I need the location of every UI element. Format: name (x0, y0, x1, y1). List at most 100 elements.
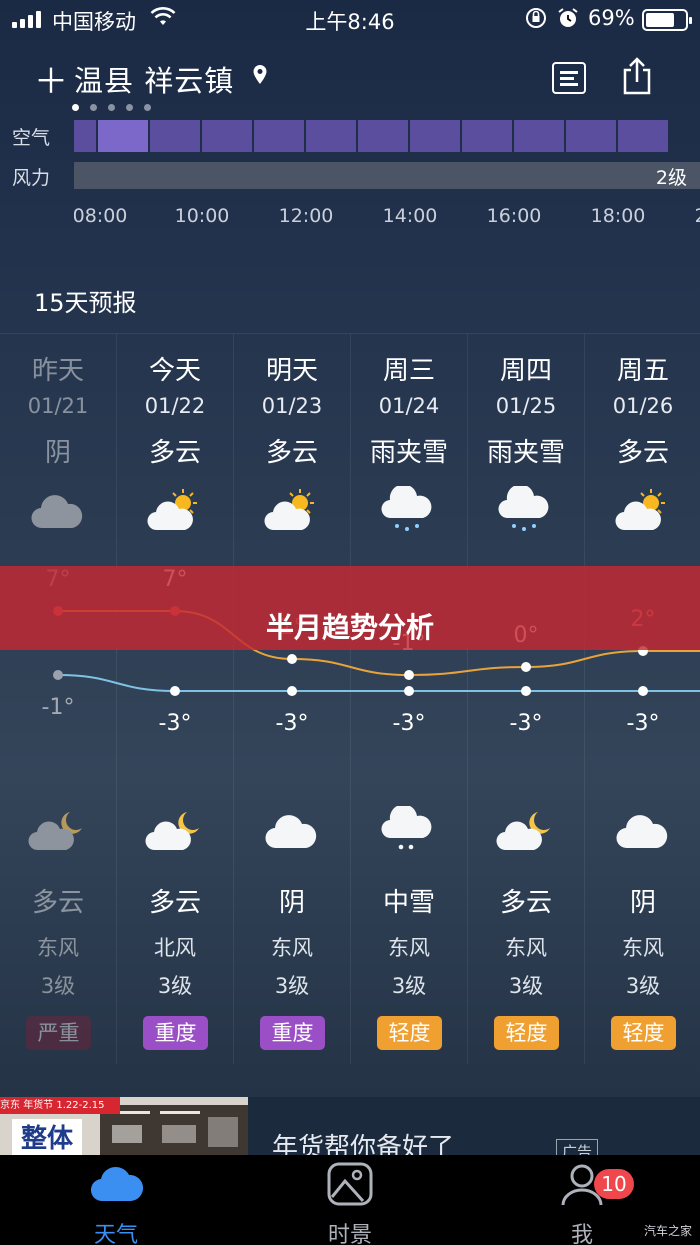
weather-cloud-icon (90, 1166, 143, 1202)
hour-label: 10:00 (174, 205, 230, 227)
night-condition: 多云 (31, 888, 84, 918)
wind-level-value: 2级 (655, 167, 687, 189)
alarm-icon (556, 6, 580, 35)
low-temp-point (287, 686, 297, 696)
partly-cloudy-night-icon (496, 806, 556, 856)
aqi-badge: 轻度 (494, 1016, 559, 1050)
wind-level: 3级 (40, 974, 76, 998)
battery-percent: 69% (588, 6, 635, 30)
wind-level: 3级 (157, 974, 193, 998)
notification-badge: 10 (594, 1169, 634, 1199)
tab-label: 时景 (327, 1223, 372, 1245)
hour-label: 12:00 (278, 205, 334, 227)
tab-me[interactable]: 我 10 (522, 1161, 642, 1245)
ad-promo-strip: 京东 年货节 1.22-2.15 (0, 1097, 120, 1114)
low-temp-point (638, 686, 648, 696)
forecast-title: 15天预报 (34, 289, 137, 317)
low-temp-label: -3° (158, 711, 192, 736)
low-temp-point (521, 686, 531, 696)
battery-icon (642, 9, 692, 31)
page-dot (108, 104, 115, 111)
ad-thumb-text: 整体 (12, 1119, 82, 1155)
aqi-row-label: 空气 (12, 127, 51, 149)
wind-direction: 东风 (271, 936, 313, 960)
page-indicator (72, 104, 151, 111)
low-temp-label: -3° (509, 711, 543, 736)
tab-bar: 天气 时景 我 10 汽车之家 (0, 1155, 700, 1245)
wind-direction: 东风 (37, 936, 79, 960)
night-condition: 多云 (148, 888, 201, 918)
photo-icon (327, 1162, 373, 1206)
night-condition: 中雪 (382, 888, 435, 918)
ad-card[interactable]: 京东 年货节 1.22-2.15 整体 年货帮你备好了 广告 (0, 1097, 700, 1155)
share-button[interactable] (620, 56, 654, 96)
banner-text: 半月趋势分析 (265, 611, 434, 644)
high-temp-point (404, 670, 414, 680)
aqi-badge: 严重 (26, 1016, 91, 1050)
low-temp-point (404, 686, 414, 696)
low-temp-point (170, 686, 180, 696)
tab-label: 天气 (93, 1223, 138, 1245)
low-temp-label: -3° (626, 711, 660, 736)
hourly-aqi-bar[interactable] (74, 120, 700, 152)
city-list-button[interactable] (552, 62, 586, 94)
ad-headline: 年货帮你备好了 (272, 1133, 455, 1155)
ad-brand: 京东 (0, 1100, 20, 1111)
watermark: 汽车之家 (643, 1224, 692, 1238)
low-temp-label: -1° (41, 695, 75, 720)
page-dot (90, 104, 97, 111)
wind-direction: 北风 (154, 936, 196, 960)
cloudy-icon (613, 806, 673, 856)
wind-direction: 东风 (388, 936, 430, 960)
location-pin-icon (252, 64, 268, 91)
high-temp-point (521, 662, 531, 672)
hour-label: 16:00 (486, 205, 542, 227)
ad-promo: 年货节 1.22-2.15 (23, 1100, 105, 1111)
location-title[interactable]: 温县 祥云镇 (74, 58, 234, 100)
page-dot (144, 104, 151, 111)
cloudy-icon (262, 806, 322, 856)
forecast-grid[interactable]: 昨天 01/21 阴 多云 东风 3级 严重 今天 01/22 多云 多云 北风… (0, 333, 700, 1064)
header: ＋ 温县 祥云镇 (0, 50, 700, 110)
aqi-badge: 重度 (260, 1016, 325, 1050)
aqi-badge: 重度 (143, 1016, 208, 1050)
status-bar: 中国移动 上午8:46 69% (0, 0, 700, 40)
aqi-badge: 轻度 (377, 1016, 442, 1050)
page-dot (72, 104, 79, 111)
add-city-button[interactable]: ＋ (34, 54, 68, 103)
hour-label: 08:00 (74, 205, 128, 227)
hour-label: 20:00 (682, 205, 700, 227)
night-condition: 阴 (629, 888, 656, 918)
trend-analysis-banner[interactable]: 半月趋势分析 (0, 566, 700, 650)
wind-level: 3级 (391, 974, 427, 998)
wind-level: 3级 (508, 974, 544, 998)
hourly-wind-bar[interactable]: 2级 (74, 162, 700, 189)
wind-direction: 东风 (622, 936, 664, 960)
low-temp-line (57, 674, 700, 692)
partly-cloudy-night-icon (145, 806, 205, 856)
tab-weather[interactable]: 天气 (56, 1161, 176, 1245)
wind-level: 3级 (274, 974, 310, 998)
ad-image: 京东 年货节 1.22-2.15 整体 (0, 1097, 248, 1155)
temperature-chart (53, 606, 700, 696)
shelf-illustration (100, 1105, 248, 1155)
wind-row-label: 风力 (12, 167, 51, 189)
low-temp-label: -3° (275, 711, 309, 736)
low-temp-point (53, 670, 63, 680)
hour-label: 18:00 (590, 205, 646, 227)
high-temp-point (287, 654, 297, 664)
tab-scenes[interactable]: 时景 (290, 1161, 410, 1245)
tab-label: 我 (570, 1223, 593, 1245)
wind-direction: 东风 (505, 936, 547, 960)
snow-icon (379, 804, 439, 856)
wind-level: 3级 (625, 974, 661, 998)
low-temp-label: -3° (392, 711, 426, 736)
ad-label: 广告 (556, 1139, 599, 1155)
partly-cloudy-night-icon (28, 806, 88, 856)
page-dot (126, 104, 133, 111)
hourly-time-axis[interactable]: 08:00 10:00 12:00 14:00 16:00 18:00 20:0… (74, 205, 700, 231)
night-condition: 阴 (278, 888, 305, 918)
hour-label: 14:00 (382, 205, 438, 227)
night-condition: 多云 (499, 888, 552, 918)
rotation-lock-icon (524, 6, 548, 35)
